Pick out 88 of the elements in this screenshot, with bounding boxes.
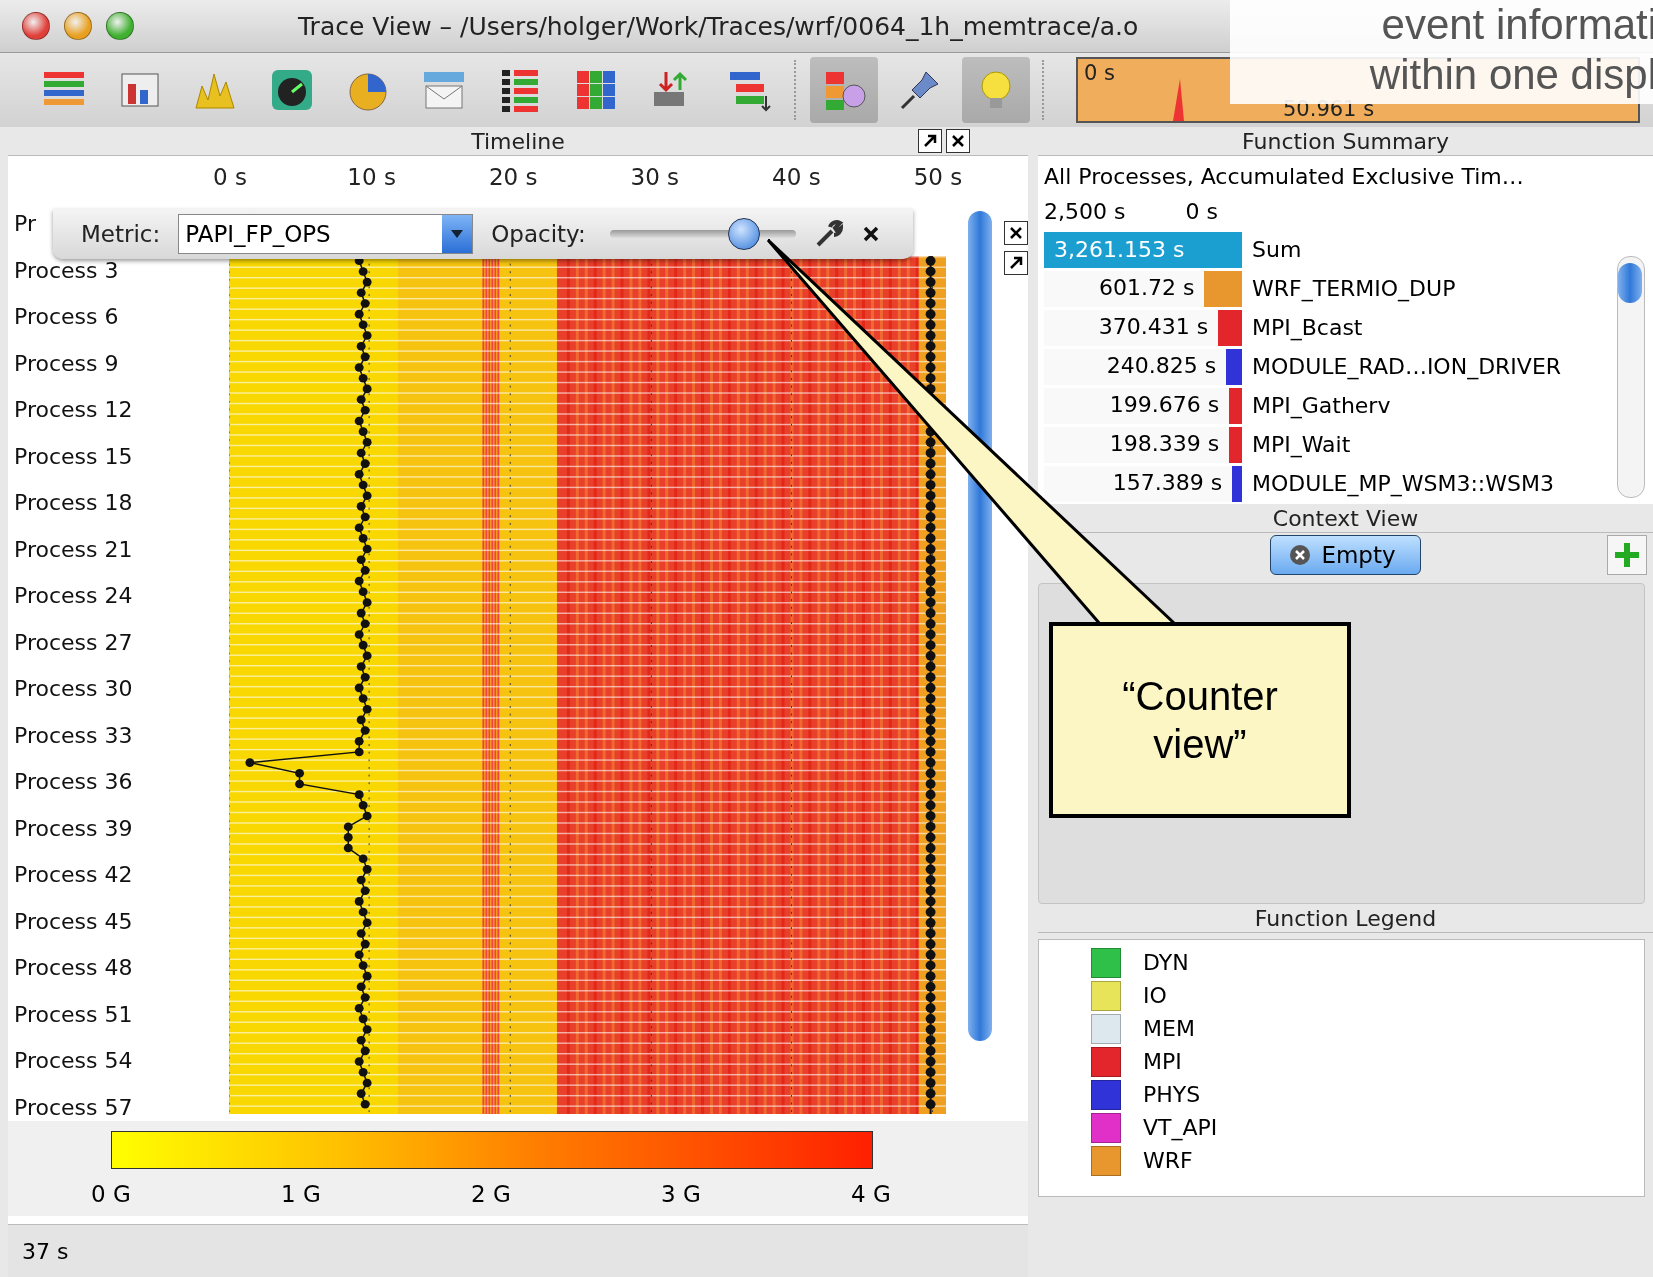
time-bar: 3,261.153 s: [1044, 231, 1242, 268]
minimize-button[interactable]: [64, 12, 92, 40]
function-time: 199.676 s: [1109, 391, 1220, 417]
legend-label: MPI: [1143, 1049, 1182, 1074]
process-label: Process 45: [14, 908, 133, 935]
process-label: Process 24: [14, 583, 133, 610]
callout: “Counter view”: [1049, 622, 1351, 818]
close-button[interactable]: [1004, 221, 1028, 245]
process-label: Process 57: [14, 1094, 133, 1121]
function-name: WRF_TERMIO_DUP: [1252, 276, 1456, 301]
activity-spike: [1173, 79, 1185, 121]
legend-label: PHYS: [1143, 1082, 1201, 1107]
axis-label: 2,500 s: [1044, 199, 1126, 224]
process-label: Process 12: [14, 397, 133, 424]
function-time: 370.431 s: [1098, 313, 1209, 339]
function-time: 157.389 s: [1112, 469, 1223, 495]
scale-tick: 2 G: [471, 1181, 511, 1207]
function-name: MODULE_MP_WSM3::WSM3: [1252, 471, 1554, 496]
function-name: Sum: [1252, 237, 1302, 262]
process-label: Process 39: [14, 815, 133, 842]
time-tick: 40 s: [772, 164, 821, 190]
time-tick: 30 s: [630, 164, 680, 190]
scale-tick: 1 G: [281, 1181, 321, 1207]
function-name: MODULE_RAD…ION_DRIVER: [1252, 354, 1562, 379]
overview-start: 0 s: [1084, 61, 1115, 85]
undock-icon: [922, 133, 938, 149]
overview-end: 50.961 s: [1283, 97, 1375, 121]
opacity-label: Opacity:: [491, 221, 586, 247]
process-label: Process 30: [14, 676, 133, 703]
legend-label: WRF: [1143, 1148, 1193, 1173]
legend-label: DYN: [1143, 950, 1189, 975]
close-icon[interactable]: [861, 225, 880, 243]
process-label: Process 54: [14, 1048, 133, 1075]
process-label: Process 36: [14, 769, 133, 796]
close-button[interactable]: [946, 129, 970, 153]
close-icon: [951, 134, 965, 148]
process-label: Process 48: [14, 955, 133, 982]
plus-icon: [1613, 541, 1641, 569]
slider-thumb[interactable]: [727, 218, 760, 250]
function-name: MPI_Bcast: [1252, 315, 1363, 340]
add-button[interactable]: [1607, 535, 1647, 575]
function-time: 240.825 s: [1106, 352, 1217, 378]
function-time: 601.72 s: [1098, 274, 1195, 300]
axis-label: 0 s: [1185, 199, 1218, 224]
process-label: Process 27: [14, 629, 133, 656]
process-label: Process 15: [14, 443, 133, 470]
function-name: MPI_Gatherv: [1252, 393, 1391, 418]
time-tick: 50 s: [913, 164, 963, 190]
legend-label: IO: [1143, 983, 1167, 1008]
process-label: Process 9: [14, 350, 119, 377]
function-name: MPI_Wait: [1252, 432, 1351, 457]
process-label: Process 42: [14, 862, 133, 889]
process-label: Process 21: [14, 536, 133, 563]
zoom-button[interactable]: [106, 12, 134, 40]
empty-button[interactable]: Empty: [1270, 535, 1421, 575]
process-label: Process 51: [14, 1001, 133, 1028]
time-tick: 20 s: [488, 164, 538, 190]
metric-label: Metric:: [81, 221, 161, 247]
summary-subtitle: All Processes, Accumulated Exclusive Tim…: [1044, 164, 1525, 189]
undock-button[interactable]: [1004, 251, 1028, 275]
clear-icon: [1289, 544, 1312, 566]
opacity-slider[interactable]: [609, 218, 796, 250]
scrollbar-thumb[interactable]: [1618, 263, 1642, 303]
panel-title: Context View: [1272, 505, 1419, 531]
legend-label: MEM: [1143, 1016, 1195, 1041]
window-title: Trace View – /Users/holger/Work/Traces/wrf/0064_1h_memtrace/a.o: [298, 11, 1139, 41]
process-label: Process 33: [14, 722, 133, 749]
scrollbar-thumb[interactable]: [968, 211, 992, 1041]
status-text: 37 s: [22, 1238, 69, 1264]
scale-tick: 3 G: [661, 1181, 701, 1207]
metric-dropdown[interactable]: PAPI_FP_OPS: [178, 214, 474, 254]
panel-title: Function Summary: [1242, 128, 1449, 154]
close-icon: [1009, 226, 1023, 240]
process-label: Process 6: [14, 304, 119, 331]
time-tick: 0 s: [213, 164, 247, 190]
process-label: Pr: [14, 211, 36, 237]
scale-tick: 4 G: [851, 1181, 891, 1207]
panel-title: Timeline: [471, 128, 565, 154]
process-label: Process 3: [14, 257, 119, 284]
undock-button[interactable]: [918, 129, 942, 153]
undock-icon: [1008, 255, 1024, 271]
legend-label: VT_API: [1143, 1115, 1218, 1140]
dropdown-arrow-icon: [451, 230, 464, 238]
process-label: Process 18: [14, 490, 133, 517]
time-tick: 10 s: [347, 164, 396, 190]
panel-title: Function Legend: [1254, 905, 1437, 931]
function-time: 198.339 s: [1109, 430, 1220, 456]
scale-tick: 0 G: [91, 1181, 131, 1207]
